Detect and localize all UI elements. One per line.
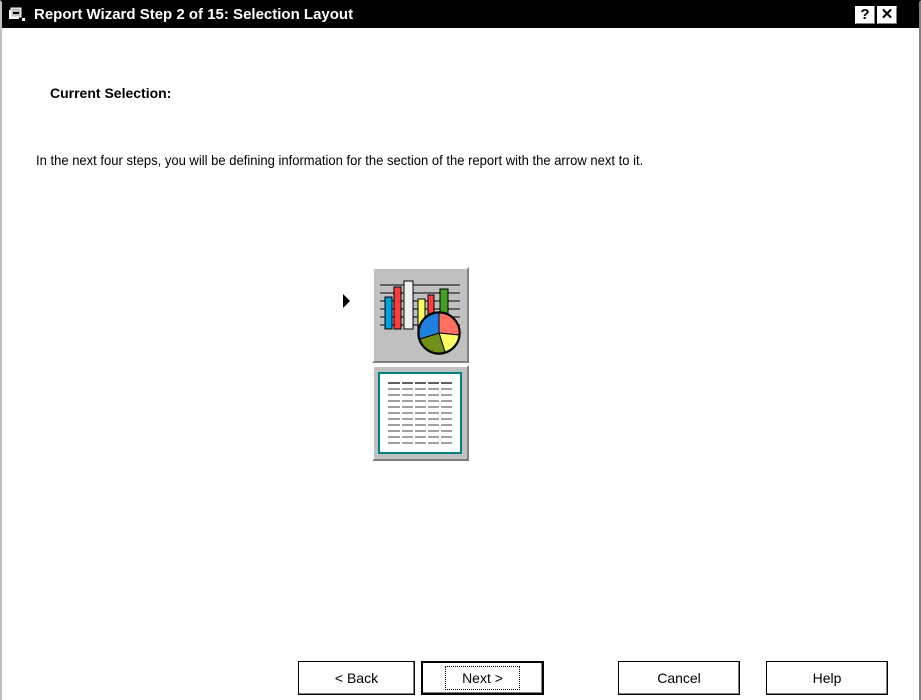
title-bar[interactable]: Report Wizard Step 2 of 15: Selection La… [2, 2, 919, 28]
close-icon: ✕ [880, 6, 894, 23]
window-title: Report Wizard Step 2 of 15: Selection La… [34, 6, 354, 23]
current-selection-heading: Current Selection: [50, 85, 172, 101]
instruction-text: In the next four steps, you will be defi… [36, 152, 644, 168]
table-section-tile[interactable] [372, 365, 469, 461]
back-button[interactable]: < Back [298, 661, 415, 695]
chart-section-tile[interactable] [372, 267, 469, 363]
help-button[interactable]: Help [766, 661, 888, 695]
selection-arrow-icon [343, 294, 350, 308]
close-button[interactable]: ✕ [877, 6, 897, 24]
title-help-button[interactable]: ? [855, 6, 875, 24]
wizard-window: Report Wizard Step 2 of 15: Selection La… [0, 0, 921, 700]
table-icon [378, 372, 462, 454]
cancel-button[interactable]: Cancel [618, 661, 740, 695]
app-icon [8, 7, 30, 23]
next-button[interactable]: Next > [421, 661, 544, 695]
chart-icon [380, 280, 461, 355]
next-button-label: Next > [445, 666, 520, 690]
